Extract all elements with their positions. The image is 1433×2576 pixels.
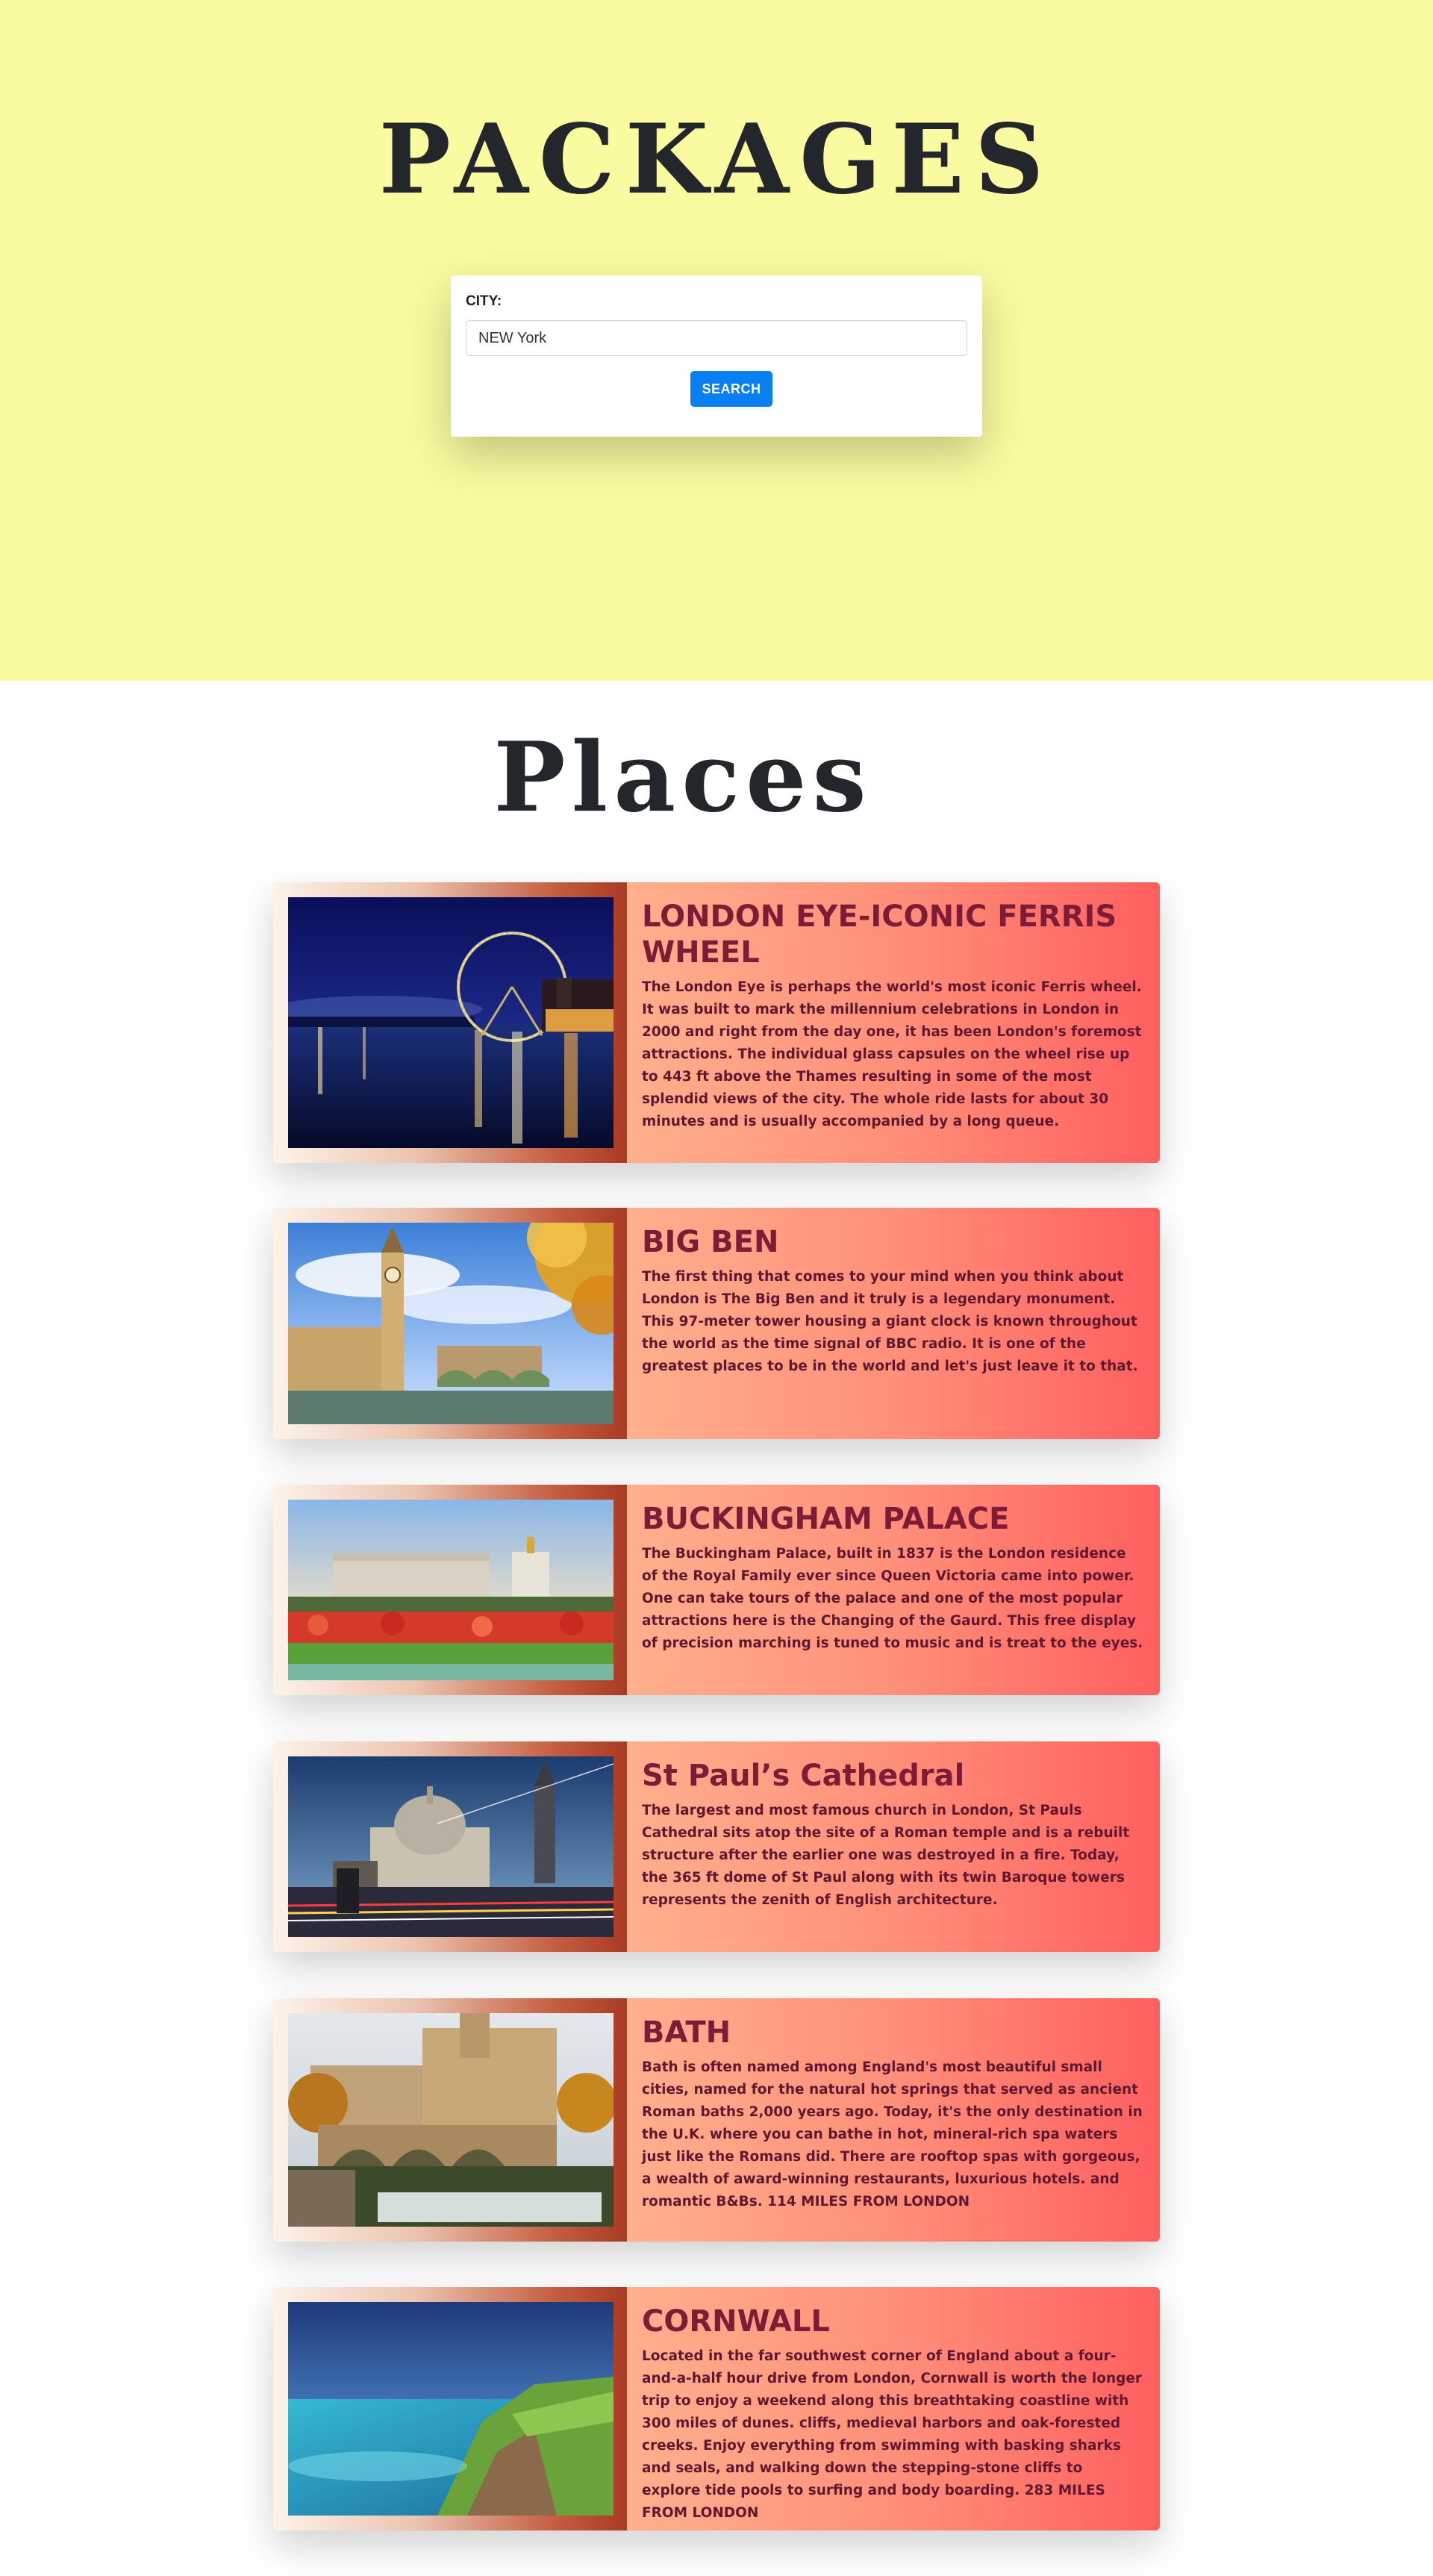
city-label: CITY: [466,293,502,309]
buckingham-palace-photo [288,1500,614,1680]
place-title: BUCKINGHAM PALACE [642,1502,1010,1536]
image-panel [273,1208,627,1439]
image-panel [273,1485,627,1695]
places-heading: Places [493,722,872,834]
image-panel [273,1998,627,2242]
text-panel: BATH Bath is often named among England's… [627,1998,1160,2242]
place-description: The largest and most famous church in Lo… [642,1803,1130,1908]
city-input[interactable] [466,320,967,356]
place-description: Bath is often named among England's most… [642,2059,1143,2209]
place-description: Located in the far southwest corner of E… [642,2348,1143,2521]
place-title: St Paul’s Cathedral [642,1759,965,1793]
text-panel: LONDON EYE-ICONIC FERRIS WHEEL The Londo… [627,882,1160,1163]
text-panel: CORNWALL Located in the far southwest co… [627,2287,1160,2530]
place-card-london-eye: LONDON EYE-ICONIC FERRIS WHEEL The Londo… [273,882,1160,1163]
place-description: The first thing that comes to your mind … [642,1269,1138,1374]
image-panel [273,882,627,1163]
place-description: The London Eye is perhaps the world's mo… [642,979,1142,1129]
place-title: BIG BEN [642,1225,779,1259]
search-card: CITY: SEARCH [451,275,982,437]
place-title: CORNWALL [642,2304,830,2339]
place-title: BATH [642,2015,731,2050]
search-button[interactable]: SEARCH [690,371,772,407]
london-eye-photo [288,897,614,1148]
text-panel: BUCKINGHAM PALACE The Buckingham Palace,… [627,1485,1160,1695]
image-panel [273,2287,627,2530]
place-description: The Buckingham Palace, built in 1837 is … [642,1546,1143,1651]
big-ben-photo [288,1223,614,1424]
bath-photo [288,2013,614,2227]
place-card-big-ben: BIG BEN The first thing that comes to yo… [273,1208,1160,1439]
place-card-cornwall: CORNWALL Located in the far southwest co… [273,2287,1160,2530]
place-card-st-pauls-cathedral: St Paul’s Cathedral The largest and most… [273,1741,1160,1952]
cornwall-photo [288,2302,614,2516]
place-card-buckingham-palace: BUCKINGHAM PALACE The Buckingham Palace,… [273,1485,1160,1695]
place-title: LONDON EYE-ICONIC FERRIS WHEEL [642,899,1117,970]
place-card-bath: BATH Bath is often named among England's… [273,1998,1160,2242]
text-panel: St Paul’s Cathedral The largest and most… [627,1741,1160,1952]
st-pauls-cathedral-photo [288,1756,614,1937]
page-title: PACKAGES [378,104,1055,216]
image-panel [273,1741,627,1952]
text-panel: BIG BEN The first thing that comes to yo… [627,1208,1160,1439]
hero-section: PACKAGES CITY: SEARCH [0,0,1433,681]
